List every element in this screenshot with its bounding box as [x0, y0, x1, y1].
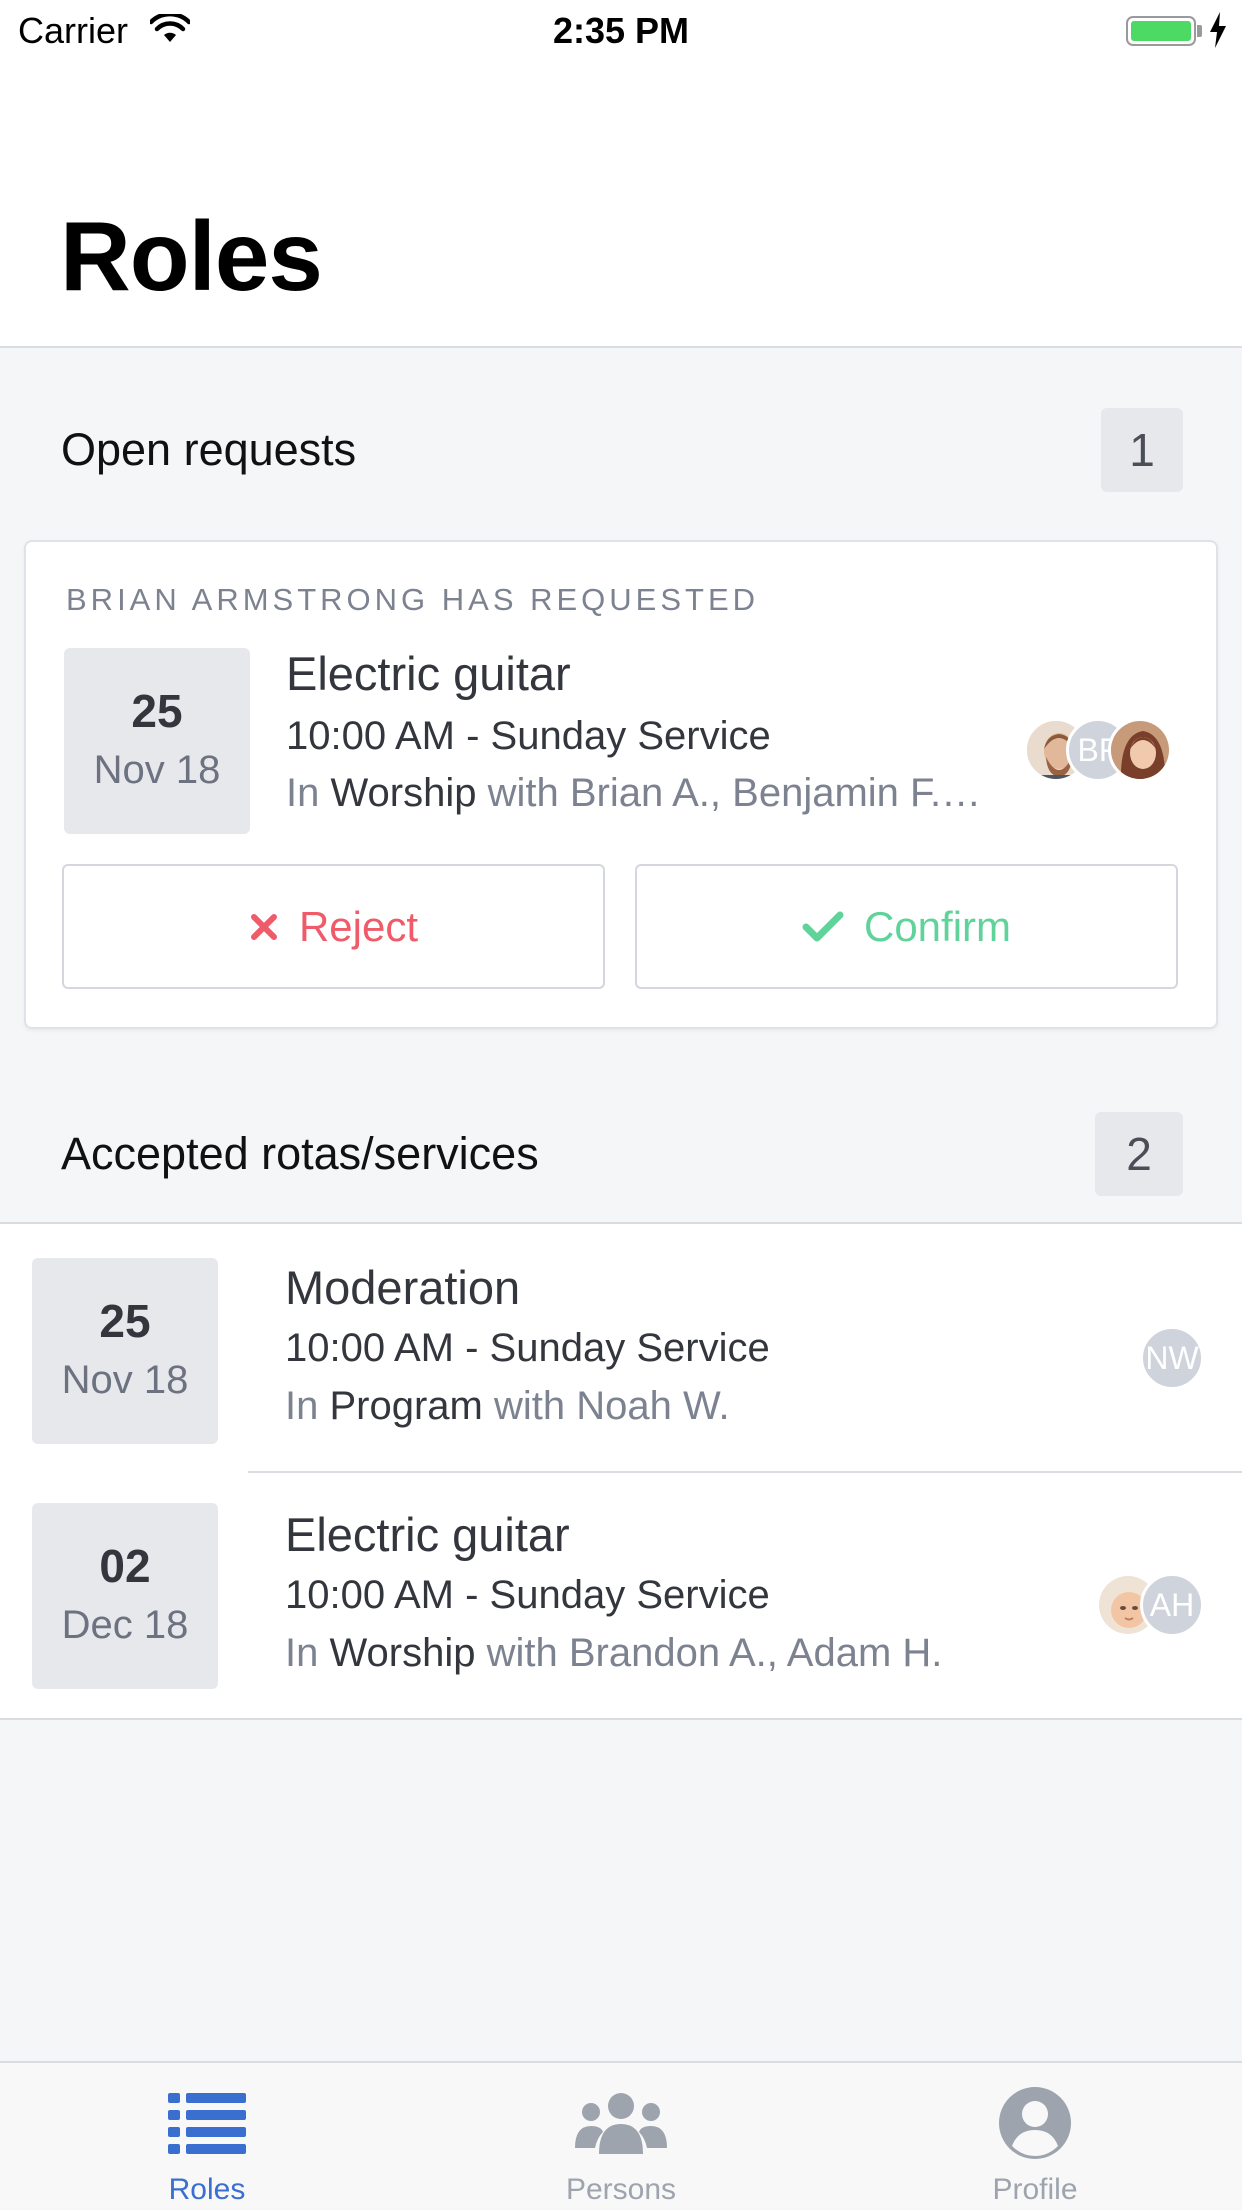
context-prefix: In	[285, 1631, 319, 1675]
role-title: Electric guitar	[285, 1508, 570, 1561]
date-badge: 25 Nov 18	[64, 648, 250, 834]
team-name: Worship	[330, 771, 477, 815]
request-card[interactable]: BRIAN ARMSTRONG HAS REQUESTED 25 Nov 18 …	[24, 540, 1218, 1029]
team-name: Program	[329, 1384, 483, 1428]
tab-roles[interactable]: Roles	[0, 2063, 414, 2210]
battery-icon	[1126, 16, 1196, 46]
date-month: Nov 18	[61, 1358, 189, 1402]
avatar-initials: NW	[1140, 1326, 1204, 1390]
request-caption: BRIAN ARMSTRONG HAS REQUESTED	[66, 582, 760, 617]
status-bar: Carrier 2:35 PM	[0, 0, 1242, 62]
battery-cap	[1197, 25, 1202, 37]
role-context: In Worship with Brian A., Benjamin F.…	[286, 771, 1056, 816]
status-time: 2:35 PM	[552, 10, 690, 51]
date-badge: 25 Nov 18	[32, 1258, 218, 1444]
page-header: Roles	[0, 62, 1242, 348]
reject-label: Reject	[298, 902, 419, 950]
confirm-label: Confirm	[863, 902, 1012, 950]
page-title: Roles	[60, 201, 323, 311]
tab-persons[interactable]: Persons	[414, 2063, 828, 2210]
date-day: 02	[99, 1540, 151, 1592]
accepted-count-badge: 2	[1095, 1112, 1183, 1196]
date-badge: 02 Dec 18	[32, 1503, 218, 1689]
list-item[interactable]: 02 Dec 18 Electric guitar 10:00 AM - Sun…	[0, 1473, 1242, 1720]
avatar-initials: AH	[1140, 1573, 1204, 1637]
people-icon	[414, 2083, 828, 2163]
role-time: 10:00 AM - Sunday Service	[286, 714, 771, 758]
reject-button[interactable]: Reject	[62, 864, 605, 989]
role-time: 10:00 AM - Sunday Service	[285, 1573, 770, 1617]
tab-label: Profile	[992, 2173, 1078, 2206]
role-time: 10:00 AM - Sunday Service	[285, 1326, 770, 1370]
team-name: Worship	[329, 1631, 476, 1675]
tab-label: Persons	[565, 2173, 677, 2206]
tab-bar: Roles Persons Profile	[0, 2061, 1242, 2208]
tab-profile[interactable]: Profile	[828, 2063, 1242, 2210]
context-prefix: In	[286, 771, 320, 815]
open-requests-heading: Open requests	[61, 424, 357, 475]
context-suffix: with Brandon A., Adam H.	[486, 1631, 943, 1675]
date-month: Dec 18	[61, 1603, 189, 1647]
tab-label: Roles	[168, 2173, 246, 2206]
context-suffix: with Noah W.	[494, 1384, 730, 1428]
profile-icon	[828, 2083, 1242, 2163]
list-item[interactable]: 25 Nov 18 Moderation 10:00 AM - Sunday S…	[0, 1224, 1242, 1471]
date-day: 25	[131, 685, 183, 737]
context-suffix: with Brian A., Benjamin F.…	[487, 771, 982, 815]
role-context: In Worship with Brandon A., Adam H.	[285, 1631, 1085, 1676]
accepted-list: 25 Nov 18 Moderation 10:00 AM - Sunday S…	[0, 1222, 1242, 1720]
charging-bolt-icon	[1208, 12, 1228, 53]
list-icon	[0, 2083, 414, 2163]
checkmark-icon	[802, 911, 844, 941]
date-month: Nov 18	[93, 748, 221, 792]
close-icon	[250, 913, 277, 940]
accepted-heading: Accepted rotas/services	[61, 1128, 539, 1179]
context-prefix: In	[285, 1384, 319, 1428]
role-context: In Program with Noah W.	[285, 1384, 1085, 1429]
person-photo-woman	[1108, 718, 1172, 782]
role-title: Moderation	[285, 1261, 521, 1314]
role-title: Electric guitar	[286, 647, 571, 700]
date-day: 25	[99, 1295, 151, 1347]
open-requests-count-badge: 1	[1101, 408, 1183, 492]
confirm-button[interactable]: Confirm	[635, 864, 1178, 989]
